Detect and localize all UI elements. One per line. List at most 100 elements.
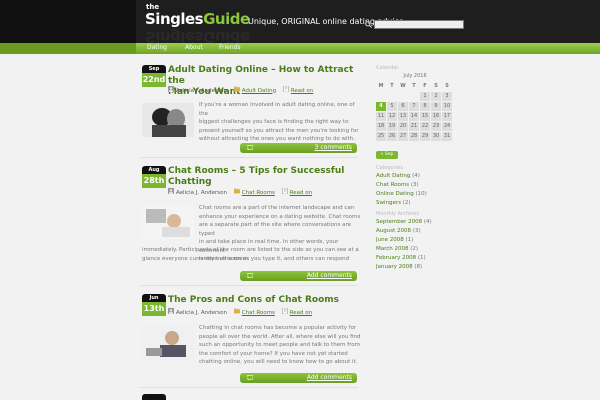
post-divider <box>140 157 358 158</box>
folder-icon <box>233 86 240 92</box>
post-day: 22nd <box>142 73 166 87</box>
calendar-day: 11 <box>376 112 386 121</box>
calendar-day: 15 <box>420 112 430 121</box>
calendar-day: 26 <box>387 132 397 141</box>
calendar-prev-month-link[interactable]: « Sep <box>376 151 398 159</box>
author-icon <box>168 86 174 92</box>
calendar-grid: MTWTFSS 123 4 5 6 7 8 9 10 11 12 13 14 15 16 17 18 19… <box>376 82 454 142</box>
post-title[interactable]: Chat Rooms – 5 Tips for Successful Chatti… <box>168 166 368 188</box>
post-day: 28th <box>142 174 166 188</box>
add-comments-label: Add comments <box>306 272 352 279</box>
categories-heading: Categories <box>376 165 403 171</box>
read-on-link[interactable]: Read on <box>290 189 312 197</box>
search-input[interactable] <box>374 20 464 29</box>
author-icon <box>168 308 174 314</box>
page-icon <box>283 85 289 93</box>
archive-link[interactable]: June 2008 (1) <box>376 237 413 243</box>
archive-link[interactable]: January 2008 (8) <box>376 264 422 270</box>
post-meta: Aelicia J. Anderson Chat Rooms Read on <box>168 307 312 317</box>
post-meta: Aelicia J. Anderson Adult Dating Read on <box>168 85 313 95</box>
post-divider <box>140 387 358 388</box>
post-thumbnail[interactable] <box>142 326 194 360</box>
page-icon <box>281 307 288 315</box>
calendar-week: 123 <box>376 92 454 102</box>
archive-link[interactable]: February 2008 (1) <box>376 255 426 261</box>
calendar-day: 16 <box>431 112 441 121</box>
folder-icon <box>233 188 240 194</box>
calendar-day: 22 <box>420 122 430 131</box>
post-thumbnail[interactable] <box>142 103 194 137</box>
post-category-link[interactable]: Chat Rooms <box>242 189 275 197</box>
post-date-badge-partial <box>142 394 166 400</box>
post-month: Sep <box>142 65 166 73</box>
post-excerpt-continued: immediately. Participants of the room ar… <box>142 247 359 262</box>
post-category-link[interactable]: Chat Rooms <box>242 309 275 317</box>
calendar-day-today[interactable]: 4 <box>376 102 386 111</box>
calendar-day: 10 <box>442 102 452 111</box>
add-comments-label: Add comments <box>306 374 352 381</box>
nav-item-friends[interactable]: Friends <box>219 44 241 51</box>
calendar-day: 18 <box>376 122 386 131</box>
post-day: 13th <box>142 302 166 316</box>
comment-icon <box>247 145 253 151</box>
post-date-badge: Sep 22nd <box>142 65 166 87</box>
calendar-heading: Calendar <box>376 65 399 71</box>
post-excerpt: Chatting in chat rooms has become a popu… <box>199 325 361 365</box>
nav-bar-inner <box>136 43 600 54</box>
author-icon <box>168 188 174 194</box>
calendar-day: 6 <box>398 102 408 111</box>
calendar-week: 11 12 13 14 15 16 17 <box>376 112 454 122</box>
post-title[interactable]: The Pros and Cons of Chat Rooms <box>168 295 368 306</box>
calendar-day: 9 <box>431 102 441 111</box>
read-on-link[interactable]: Read on <box>290 309 312 317</box>
calendar-day: 19 <box>387 122 397 131</box>
add-comments-button[interactable]: Add comments <box>240 271 357 281</box>
calendar-day: 30 <box>431 132 441 141</box>
read-on-link[interactable]: Read on <box>291 87 313 95</box>
post-thumbnail[interactable] <box>142 205 194 239</box>
post-author: Aelicia J. Anderson <box>176 189 227 196</box>
calendar-day: 8 <box>420 102 430 111</box>
calendar-week: 25 26 27 28 29 30 31 <box>376 132 454 142</box>
calendar-day: 5 <box>387 102 397 111</box>
calendar-day: 14 <box>409 112 419 121</box>
calendar-day: 28 <box>409 132 419 141</box>
calendar-day: 21 <box>409 122 419 131</box>
nav-item-about[interactable]: About <box>185 44 203 51</box>
calendar-day: 29 <box>420 132 430 141</box>
logo-text: SinglesGuide <box>145 10 250 28</box>
archive-link[interactable]: August 2008 (3) <box>376 228 421 234</box>
post-month: Aug <box>142 166 166 174</box>
calendar-day: 27 <box>398 132 408 141</box>
archive-link[interactable]: March 2008 (2) <box>376 246 418 252</box>
calendar-week: 4 5 6 7 8 9 10 <box>376 102 454 112</box>
post-excerpt: If you're a woman involved in adult dati… <box>199 102 359 142</box>
calendar-weekdays: MTWTFSS <box>378 83 449 89</box>
post-divider <box>140 285 358 286</box>
category-link[interactable]: Chat Rooms (3) <box>376 182 419 188</box>
calendar-day: 20 <box>398 122 408 131</box>
post-meta: Aelicia J. Anderson Chat Rooms Read on <box>168 187 312 197</box>
calendar-day: 25 <box>376 132 386 141</box>
nav-item-dating[interactable]: Dating <box>147 44 167 51</box>
comments-button[interactable]: 3 comments <box>240 143 357 153</box>
post-category-link[interactable]: Adult Dating <box>242 87 276 95</box>
category-link[interactable]: Adult Dating (4) <box>376 173 420 179</box>
post-month: Jun <box>142 294 166 302</box>
add-comments-button[interactable]: Add comments <box>240 373 357 383</box>
category-link[interactable]: Online Dating (10) <box>376 191 427 197</box>
search-icon[interactable] <box>365 21 372 28</box>
category-link[interactable]: Swingers (2) <box>376 200 411 206</box>
page-icon <box>281 187 288 195</box>
calendar-day: 23 <box>431 122 441 131</box>
site-logo[interactable]: the SinglesGuide SinglesGuide <box>145 3 250 46</box>
post-author: Aelicia J. Anderson <box>176 309 227 316</box>
calendar-day: 31 <box>442 132 452 141</box>
folder-icon <box>233 308 240 314</box>
archive-link[interactable]: September 2008 (4) <box>376 219 432 225</box>
calendar-day: 12 <box>387 112 397 121</box>
calendar-day: 1 <box>420 92 430 101</box>
calendar-week: 18 19 20 21 22 23 24 <box>376 122 454 132</box>
calendar-day: 7 <box>409 102 419 111</box>
calendar-day: 2 <box>431 92 441 101</box>
